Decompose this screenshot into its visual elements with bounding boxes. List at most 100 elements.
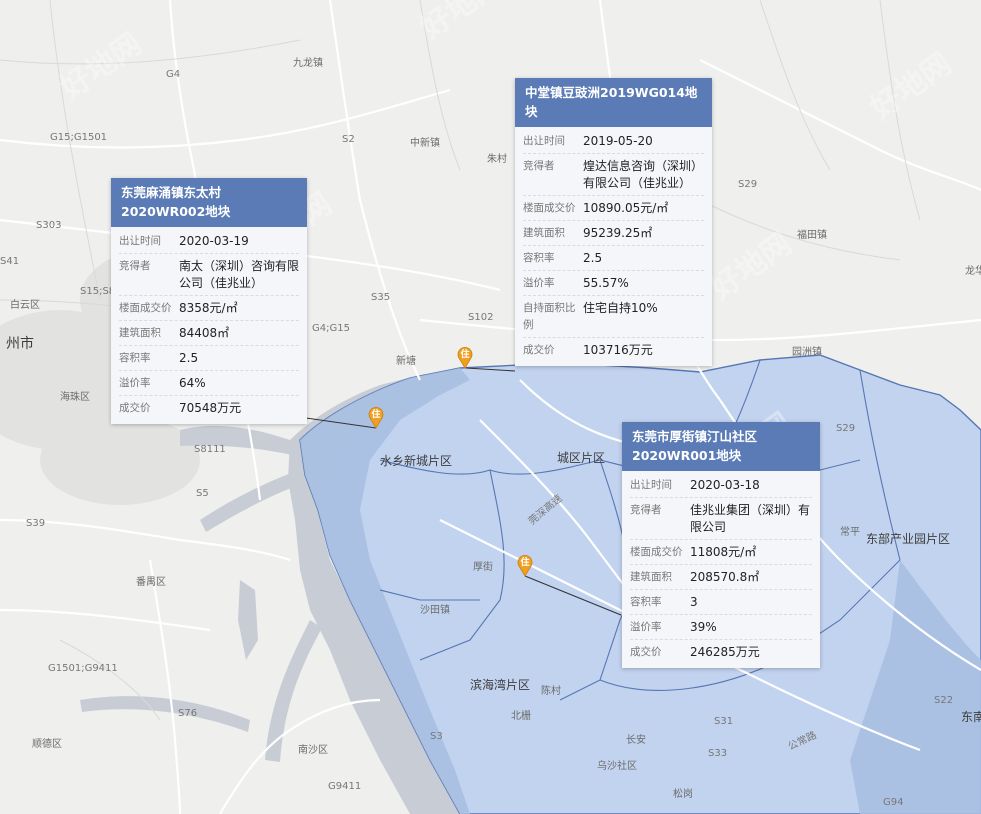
card-row: 成交价 103716万元 [523,338,704,362]
district-label: 水乡新城片区 [380,453,452,468]
road-label: S35 [371,292,390,303]
district-label: 城区片区 [557,451,605,465]
card-title: 东莞市厚街镇汀山社区2020WR001地块 [622,422,820,471]
card-row: 容积率 3 [630,590,812,615]
place-label: 园洲镇 [792,345,822,358]
place-label: 顺德区 [32,737,62,750]
field-value: 84408㎡ [179,326,230,340]
place-label: 南沙区 [298,743,328,756]
pin-label: 住 [461,348,470,360]
place-label: 长安 [626,733,646,746]
place-label: 番禺区 [136,576,166,588]
card-row: 成交价 246285万元 [630,640,812,664]
road-label: G4 [166,69,180,80]
road-label: G1501;G9411 [48,663,118,674]
field-value: 佳兆业集团（深圳）有限公司 [690,503,811,534]
card-row: 出让时间 2019-05-20 [523,129,704,154]
field-label: 溢价率 [630,621,662,633]
card-title: 中堂镇豆豉洲2019WG014地块 [515,78,712,127]
card-row: 成交价 70548万元 [119,396,299,420]
field-label: 楼面成交价 [119,302,172,314]
district-label: 东部产业园片区 [866,531,950,546]
field-value: 10890.05元/㎡ [583,201,669,215]
place-label: 白云区 [10,298,40,311]
card-body: 出让时间 2020-03-18 竞得者 佳兆业集团（深圳）有限公司 楼面成交价 118… [622,471,820,668]
field-value: 95239.25㎡ [583,226,653,240]
card-row: 楼面成交价 11808元/㎡ [630,540,812,565]
field-value: 103716万元 [583,343,653,357]
land-info-card: 东莞麻涌镇东太村2020WR002地块 出让时间 2020-03-19 竞得者 南太… [111,178,307,424]
field-label: 容积率 [119,352,151,364]
field-value: 南太（深圳）咨询有限公司（佳兆业） [179,259,300,290]
place-label: 陈村 [541,684,561,697]
land-info-card: 中堂镇豆豉洲2019WG014地块 出让时间 2019-05-20 竞得者 煌达信息… [515,78,712,366]
card-body: 出让时间 2019-05-20 竞得者 煌达信息咨询（深圳）有限公司（佳兆业） 楼面… [515,127,712,366]
card-row: 溢价率 64% [119,371,299,396]
road-label: S8111 [194,444,226,455]
place-label: 北栅 [511,709,531,722]
road-label: S102 [468,312,493,323]
field-value: 55.57% [583,276,629,290]
field-value: 2020-03-19 [179,234,249,248]
place-label: 龙华 [965,264,981,277]
card-row: 建筑面积 208570.8㎡ [630,565,812,590]
card-row: 竞得者 南太（深圳）咨询有限公司（佳兆业） [119,254,299,296]
place-label: 朱村 [487,152,507,165]
place-label: 沙田镇 [420,603,450,616]
card-row: 建筑面积 95239.25㎡ [523,221,704,246]
road-label: S5 [196,488,209,499]
card-row: 出让时间 2020-03-19 [119,229,299,254]
land-info-card: 东莞市厚街镇汀山社区2020WR001地块 出让时间 2020-03-18 竞得者… [622,422,820,668]
road-label: S303 [36,220,61,231]
field-value: 2.5 [583,251,603,265]
pin-label: 住 [521,556,530,568]
card-title: 东莞麻涌镇东太村2020WR002地块 [111,178,307,227]
place-label: 厚街 [473,560,493,573]
place-label: 新塘 [396,354,416,367]
field-value: 11808元/㎡ [690,545,757,559]
place-label: 九龙镇 [293,56,323,69]
place-label: 松岗 [673,787,693,800]
road-label: G15;G1501 [50,132,107,143]
card-row: 出让时间 2020-03-18 [630,473,812,498]
field-label: 建筑面积 [523,227,565,239]
road-label: S29 [836,423,855,434]
road-label: S39 [26,518,45,529]
road-label: G4;G15 [312,323,350,334]
road-label: S15;S8 [80,286,115,297]
field-label: 容积率 [523,252,555,264]
field-label: 建筑面积 [119,327,161,339]
field-label: 建筑面积 [630,571,672,583]
field-label: 出让时间 [630,479,672,491]
road-label: S41 [0,256,19,267]
field-value: 2019-05-20 [583,134,653,148]
road-label: S31 [714,716,733,727]
field-value: 2020-03-18 [690,478,760,492]
road-label: S2 [342,134,355,145]
field-label: 溢价率 [119,377,151,389]
place-label: 中新镇 [410,136,440,149]
road-label: S33 [708,748,727,759]
field-label: 成交价 [630,646,662,658]
road-label: S76 [178,708,197,719]
field-value: 208570.8㎡ [690,570,760,584]
card-row: 溢价率 39% [630,615,812,640]
road-label: S3 [430,731,443,742]
place-label: 常平 [840,525,860,538]
place-label: 乌沙社区 [597,759,637,772]
field-value: 8358元/㎡ [179,301,238,315]
field-value: 2.5 [179,351,199,365]
field-label: 楼面成交价 [630,546,683,558]
field-value: 3 [690,595,698,609]
field-value: 64% [179,376,206,390]
card-row: 自持面积比例 住宅自持10% [523,296,704,338]
field-label: 自持面积比例 [523,302,576,331]
city-label: 州市 [6,335,34,352]
card-row: 楼面成交价 10890.05元/㎡ [523,196,704,221]
field-value: 246285万元 [690,645,760,659]
card-row: 容积率 2.5 [119,346,299,371]
field-label: 竞得者 [630,504,662,516]
field-label: 成交价 [119,402,151,414]
field-value: 住宅自持10% [583,301,658,315]
card-row: 建筑面积 84408㎡ [119,321,299,346]
